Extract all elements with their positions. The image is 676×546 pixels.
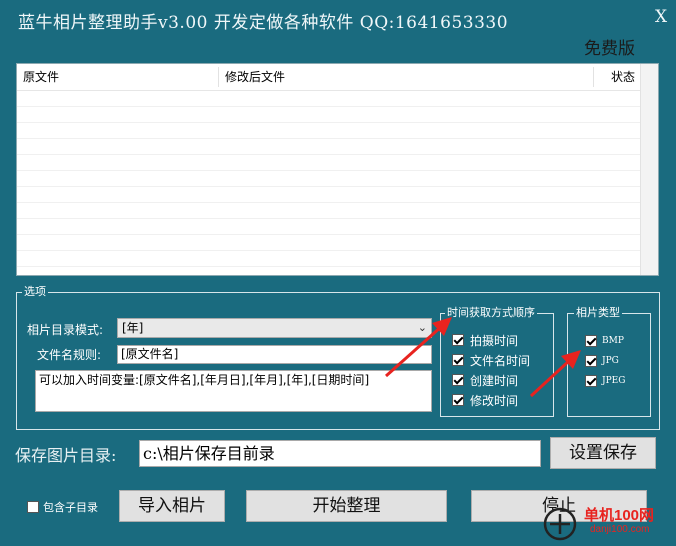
time-order-checkbox-modified[interactable] [452,394,464,406]
include-subdir-label[interactable]: 包含子目录 [43,499,98,515]
import-photos-button[interactable]: 导入相片 [119,490,225,522]
time-order-checkbox-filename[interactable] [452,354,464,366]
time-order-checkbox-shooting[interactable] [452,334,464,346]
chevron-down-icon: ⌄ [417,321,427,334]
window-title: 蓝牛相片整理助手v3.00 开发定做各种软件 QQ:1641653330 [18,13,509,33]
edition-label: 免费版 [584,39,635,59]
table-row[interactable] [17,155,658,171]
include-subdir-checkbox[interactable] [27,501,39,513]
column-divider[interactable] [593,67,594,87]
close-button[interactable]: X [655,7,667,27]
photo-type-label-jpeg[interactable]: JPEG [602,376,625,386]
photo-type-checkbox-bmp[interactable] [585,335,597,347]
table-row[interactable] [17,139,658,155]
table-row[interactable] [17,91,658,107]
photo-type-checkbox-jpeg[interactable] [585,375,597,387]
table-row[interactable] [17,219,658,235]
column-header-original[interactable]: 原文件 [17,64,217,90]
filename-rule-input[interactable]: [原文件名] [117,345,432,364]
time-order-label-filename[interactable]: 文件名时间 [470,352,530,369]
watermark-site-url: danji100.com [590,524,650,535]
table-header: 原文件 修改后文件 状态 [17,64,658,91]
column-header-status[interactable]: 状态 [605,64,645,90]
watermark-site-cn: 单机100网 [584,507,655,524]
file-list-table[interactable]: 原文件 修改后文件 状态 [16,63,659,276]
column-header-modified[interactable]: 修改后文件 [219,64,593,90]
time-order-label-created[interactable]: 创建时间 [470,372,518,389]
vertical-scrollbar[interactable] [640,64,658,275]
options-group-label: 选项 [22,285,48,298]
photo-type-label-bmp[interactable]: BMP [602,336,624,346]
set-save-button[interactable]: 设置保存 [550,437,656,469]
dir-mode-value: [年] [122,321,144,335]
photo-type-checkbox-jpg[interactable] [585,355,597,367]
time-order-label-modified[interactable]: 修改时间 [470,392,518,409]
watermark-logo: 单机100网 danji100.com [540,502,672,542]
table-row[interactable] [17,251,658,267]
start-organize-button[interactable]: 开始整理 [246,490,447,522]
dir-mode-label: 相片目录模式: [27,323,104,337]
photo-type-group-label: 相片类型 [574,306,622,319]
dir-mode-select[interactable]: [年] ⌄ [117,318,432,338]
watermark-plus-icon [543,507,577,541]
table-row[interactable] [17,203,658,219]
table-row[interactable] [17,107,658,123]
time-order-group-label: 时间获取方式顺序 [445,306,537,319]
table-row[interactable] [17,187,658,203]
filename-rule-label: 文件名规则: [37,348,102,362]
save-dir-label: 保存图片目录: [15,446,117,465]
hint-textarea[interactable]: 可以加入时间变量:[原文件名],[年月日],[年月],[年],[日期时间] [35,370,432,412]
time-order-label-shooting[interactable]: 拍摄时间 [470,332,518,349]
save-dir-input[interactable]: c:\相片保存目前录 [139,440,541,467]
table-row[interactable] [17,123,658,139]
table-row[interactable] [17,235,658,251]
time-order-checkbox-created[interactable] [452,374,464,386]
table-row[interactable] [17,171,658,187]
photo-type-label-jpg[interactable]: JPG [602,356,619,366]
